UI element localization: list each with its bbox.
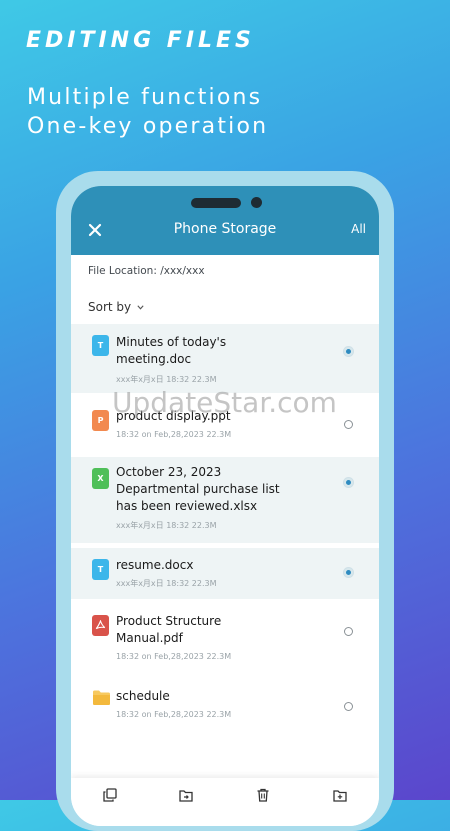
file-location-path: /xxx/xxx — [160, 265, 205, 277]
file-location: File Location: /xxx/xxx — [88, 265, 205, 277]
file-name-line: has been reviewed.xlsx — [116, 499, 258, 513]
file-select-radio[interactable] — [344, 420, 353, 429]
phone-screen: Phone Storage All File Location: /xxx/xx… — [71, 186, 379, 826]
page-title: Phone Storage — [173, 221, 277, 237]
file-name-line: schedule — [116, 689, 170, 703]
watermark: UpdateStar.com — [112, 386, 337, 419]
chevron-down-icon — [137, 304, 144, 310]
pdf-file-icon — [92, 615, 109, 636]
file-row[interactable]: schedule 18:32 on Feb,28,2023 22.3M — [71, 671, 379, 737]
file-name: October 23, 2023 Departmental purchase l… — [116, 464, 280, 515]
file-row[interactable]: T Minutes of today's meeting.doc xxx年x月x… — [71, 324, 379, 393]
file-row[interactable]: Product Structure Manual.pdf 18:32 on Fe… — [71, 599, 379, 671]
phone-notch — [191, 198, 241, 208]
xlsx-file-icon: X — [92, 468, 109, 489]
file-select-radio[interactable] — [344, 347, 353, 356]
promo-subtitle-line-2: One-key operation — [27, 114, 269, 139]
file-select-radio[interactable] — [344, 702, 353, 711]
ppt-file-icon: P — [92, 410, 109, 431]
file-icon-letter: T — [97, 565, 104, 574]
file-name-line: October 23, 2023 — [116, 465, 222, 479]
promo-title: EDITING FILES — [26, 28, 255, 53]
phone-camera — [251, 197, 262, 208]
file-select-radio[interactable] — [344, 478, 353, 487]
sort-by-label: Sort by — [88, 300, 132, 314]
select-all-button[interactable]: All — [351, 222, 366, 236]
pdf-glyph-icon — [95, 620, 106, 630]
file-name-line: Product Structure — [116, 614, 222, 628]
sort-by-button[interactable]: Sort by — [88, 300, 144, 314]
file-meta: xxx年x月x日 18:32 22.3M — [116, 579, 217, 588]
doc-file-icon: T — [92, 559, 109, 580]
folder-glyph-icon — [93, 690, 110, 705]
file-name-line: Manual.pdf — [116, 631, 183, 645]
folder-icon — [92, 689, 111, 706]
file-name-line: meeting.doc — [116, 352, 192, 366]
bottom-toolbar — [71, 778, 379, 826]
doc-file-icon: T — [92, 335, 109, 356]
file-name: Minutes of today's meeting.doc — [116, 334, 226, 368]
file-icon-letter: T — [97, 341, 104, 350]
file-icon-letter: X — [97, 474, 104, 483]
file-meta: xxx年x月x日 18:32 22.3M — [116, 521, 217, 530]
file-name-line: Departmental purchase list — [116, 482, 280, 496]
file-name-line: resume.docx — [116, 558, 194, 572]
file-meta: 18:32 on Feb,28,2023 22.3M — [116, 710, 232, 719]
promo-subtitle-line-1: Multiple functions — [27, 85, 263, 110]
file-row[interactable]: X October 23, 2023 Departmental purchase… — [71, 457, 379, 543]
file-name-line: Minutes of today's — [116, 335, 227, 349]
file-location-label: File Location: — [88, 265, 157, 277]
file-icon-letter: P — [97, 416, 104, 425]
file-select-radio[interactable] — [344, 568, 353, 577]
file-select-radio[interactable] — [344, 627, 353, 636]
file-meta: xxx年x月x日 18:32 22.3M — [116, 375, 217, 384]
file-meta: 18:32 on Feb,28,2023 22.3M — [116, 430, 232, 439]
file-meta: 18:32 on Feb,28,2023 22.3M — [116, 652, 232, 661]
file-name: resume.docx — [116, 557, 193, 574]
file-name: Product Structure Manual.pdf — [116, 613, 221, 647]
file-name: schedule — [116, 688, 170, 705]
file-row[interactable]: T resume.docx xxx年x月x日 18:32 22.3M — [71, 548, 379, 599]
app-header: Phone Storage All — [71, 186, 379, 255]
